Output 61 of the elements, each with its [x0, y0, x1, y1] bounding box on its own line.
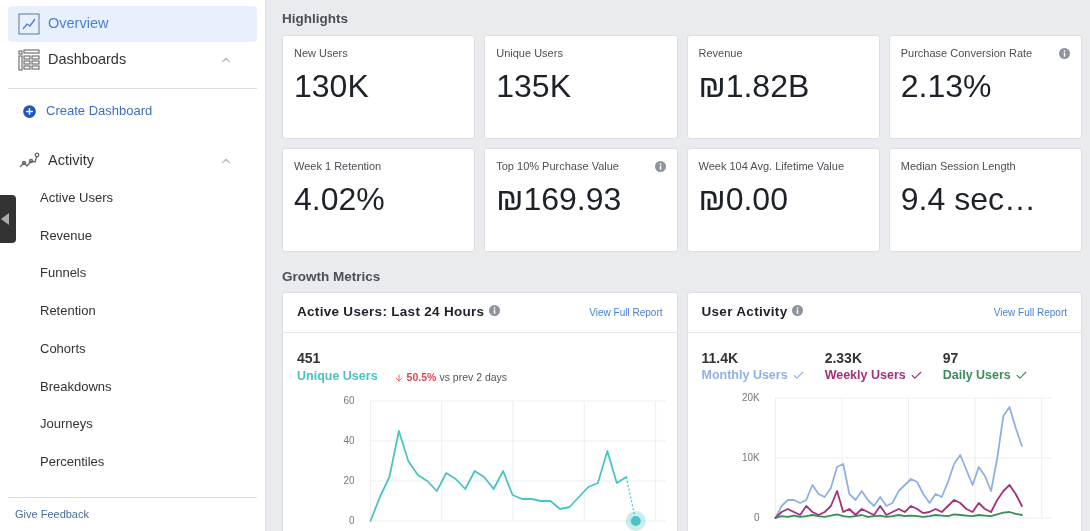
section-title: Highlights — [282, 10, 349, 27]
give-feedback-link[interactable]: Give Feedback — [8, 506, 89, 523]
stat-number: 2.33K — [824, 350, 863, 367]
stat-label: Week 1 Retention — [294, 159, 382, 174]
triangle-left-icon — [0, 213, 10, 225]
y-tick-label: 20K — [741, 392, 760, 404]
section-title: Growth Metrics — [282, 268, 382, 285]
legend-label: Unique Users — [297, 368, 378, 385]
line-chart-icon — [18, 13, 40, 35]
sidebar-subitem[interactable]: Funnels — [32, 254, 257, 293]
delta-value: 50.5% — [406, 370, 437, 385]
table-icon — [18, 49, 40, 71]
stat-label: New Users — [294, 46, 348, 61]
stat-value: ₪1.82B — [698, 66, 810, 106]
collapse-tab[interactable] — [0, 195, 16, 243]
sidebar-subitem[interactable]: Retention — [32, 292, 257, 330]
stat-value: 130K — [294, 66, 369, 106]
stat-label: Week 104 Avg. Lifetime Value — [698, 159, 845, 174]
stat-value: 135K — [496, 66, 571, 106]
stat-value: 2.13% — [900, 66, 992, 106]
plus-icon — [21, 102, 38, 120]
view-full-report-link[interactable]: View Full Report — [993, 305, 1067, 320]
sidebar-subitem[interactable]: Journeys — [32, 405, 257, 443]
stat-number: 11.4K — [701, 350, 740, 367]
y-tick-label: 20 — [343, 475, 355, 487]
stat-value: ₪0.00 — [698, 179, 788, 219]
info-icon — [489, 305, 501, 316]
stat-label: Median Session Length — [900, 159, 1016, 174]
stat-label: Revenue — [698, 46, 743, 61]
stat-label: Top 10% Purchase Value — [496, 159, 619, 174]
current-point-marker — [625, 476, 646, 531]
y-tick-label: 10K — [741, 452, 760, 464]
sidebar-subitem[interactable]: Percentiles — [32, 442, 257, 481]
y-tick-label: 40 — [343, 435, 355, 447]
sidebar-subitem[interactable]: Revenue — [32, 216, 257, 255]
stat-label: Purchase Conversion Rate — [900, 46, 1033, 61]
create-dashboard-link[interactable]: Create Dashboard — [8, 93, 257, 129]
stat-label: Unique Users — [496, 46, 563, 61]
stat-number: 451 — [297, 350, 322, 367]
arrow-down-icon — [393, 372, 404, 383]
stat-value: ₪169.93 — [496, 179, 622, 219]
panel-title: Active Users: Last 24 Hours — [297, 303, 485, 322]
sidebar-item[interactable]: Dashboards — [8, 42, 257, 78]
view-full-report-link[interactable]: View Full Report — [589, 305, 663, 320]
panel-title: User Activity — [701, 303, 788, 322]
stat-number: 97 — [942, 350, 960, 367]
info-icon — [792, 305, 804, 316]
sidebar-item[interactable]: Activity — [8, 143, 257, 179]
sidebar-subitem[interactable]: Active Users — [32, 179, 257, 217]
sidebar-item[interactable]: Overview — [8, 6, 257, 42]
y-tick-label: 0 — [349, 515, 355, 527]
sidebar-subitem[interactable]: Cohorts — [32, 329, 257, 368]
stat-value: 4.02% — [294, 179, 385, 219]
delta-caption: vs prev 2 days — [439, 370, 508, 385]
legend-label: Monthly Users — [701, 367, 788, 383]
y-tick-label: 60 — [343, 395, 355, 407]
sidebar-subitem[interactable]: Breakdowns — [32, 367, 257, 406]
stat-value: 9.4 sec… — [900, 179, 1036, 219]
legend-label: Weekly Users — [824, 367, 906, 383]
y-tick-label: 0 — [753, 512, 760, 524]
legend-label: Daily Users — [942, 367, 1011, 383]
